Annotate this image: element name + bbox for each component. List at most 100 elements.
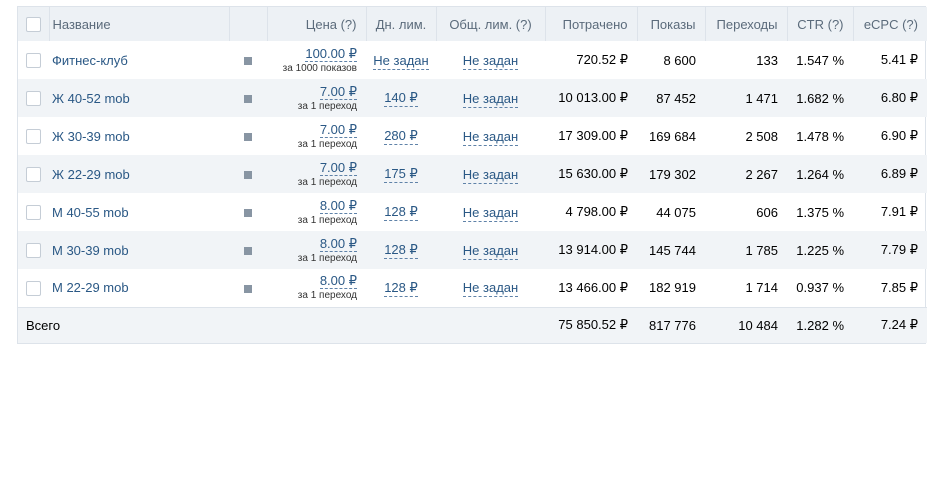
ctr-cell: 1.225 % xyxy=(796,242,844,258)
total-limit-link[interactable]: Не задан xyxy=(462,128,519,146)
campaign-name-link[interactable]: М 22-29 mob xyxy=(49,269,229,307)
row-checkbox[interactable] xyxy=(26,53,41,69)
total-limit-cell: Не задан xyxy=(436,231,545,269)
day-limit-cell: 140 ₽ xyxy=(366,79,436,117)
column-header-day-limit[interactable]: Дн. лим. xyxy=(366,7,437,41)
impressions-cell: 87 452 xyxy=(656,90,696,106)
price-value-link[interactable]: 7.00 ₽ xyxy=(319,123,357,138)
table-row[interactable]: М 22-29 mob 8.00 ₽ за 1 переход 128 ₽ Не зад… xyxy=(18,269,927,307)
table-row[interactable]: М 30-39 mob 8.00 ₽ за 1 переход 128 ₽ Не зад… xyxy=(18,231,927,269)
select-all-checkbox[interactable] xyxy=(25,17,41,33)
price-value-link[interactable]: 8.00 ₽ xyxy=(319,237,357,252)
table-row[interactable]: Ж 40-52 mob 7.00 ₽ за 1 переход 140 ₽ Не зад… xyxy=(18,79,927,117)
price-note: за 1 переход xyxy=(297,290,357,302)
campaign-name-link[interactable]: М 30-39 mob xyxy=(49,231,229,269)
row-checkbox[interactable] xyxy=(26,243,41,259)
status-cell xyxy=(229,79,267,117)
status-cell xyxy=(229,269,267,307)
ecpc-cell: 5.41 ₽ xyxy=(880,52,918,67)
ecpc-cell: 7.85 ₽ xyxy=(880,279,918,295)
total-limit-cell: Не задан xyxy=(436,79,545,117)
column-header-ecpc[interactable]: eCPC (?) xyxy=(853,7,927,41)
ctr-cell: 1.478 % xyxy=(796,128,844,144)
clicks-cell: 606 xyxy=(756,204,778,220)
select-all-cell xyxy=(18,7,50,41)
impressions-cell: 145 744 xyxy=(649,242,696,258)
day-limit-link[interactable]: 280 ₽ xyxy=(384,128,418,145)
table-row[interactable]: Ж 30-39 mob 7.00 ₽ за 1 переход 280 ₽ Не зад… xyxy=(18,117,927,155)
campaign-name-link[interactable]: Фитнес-клуб xyxy=(49,41,229,79)
impressions-cell: 44 075 xyxy=(656,204,696,220)
row-checkbox-cell xyxy=(18,79,49,117)
row-checkbox-cell xyxy=(18,117,49,155)
column-header-impressions[interactable]: Показы xyxy=(637,7,706,41)
column-header-total-limit[interactable]: Общ. лим. (?) xyxy=(436,7,546,41)
price-value-link[interactable]: 7.00 ₽ xyxy=(319,85,357,100)
day-limit-cell: Не задан xyxy=(366,41,436,79)
campaign-name-link[interactable]: Ж 30-39 mob xyxy=(49,117,229,155)
table-row[interactable]: Фитнес-клуб 100.00 ₽ за 1000 показов Не зад… xyxy=(18,41,927,79)
ecpc-cell: 7.79 ₽ xyxy=(880,242,918,257)
total-limit-link[interactable]: Не задан xyxy=(462,242,519,260)
price-value-link[interactable]: 100.00 ₽ xyxy=(305,47,357,62)
row-checkbox-cell xyxy=(18,155,49,193)
status-square-icon xyxy=(244,247,252,256)
ctr-cell: 1.547 % xyxy=(796,52,844,68)
day-limit-link[interactable]: 128 ₽ xyxy=(384,242,418,259)
campaign-name-link[interactable]: Ж 40-52 mob xyxy=(49,79,229,117)
row-checkbox[interactable] xyxy=(26,280,41,296)
row-checkbox[interactable] xyxy=(26,167,41,183)
price-value-link[interactable]: 8.00 ₽ xyxy=(319,199,357,214)
price-cell: 8.00 ₽ за 1 переход xyxy=(267,231,366,269)
totals-impressions: 817 776 xyxy=(649,317,696,333)
status-square-icon xyxy=(244,95,252,104)
day-limit-cell: 128 ₽ xyxy=(366,231,436,269)
total-limit-link[interactable]: Не задан xyxy=(462,90,519,108)
column-header-price[interactable]: Цена (?) xyxy=(267,7,367,41)
row-checkbox-cell xyxy=(18,193,49,231)
ctr-cell: 1.264 % xyxy=(796,166,844,182)
price-cell: 8.00 ₽ за 1 переход xyxy=(267,193,366,231)
total-limit-cell: Не задан xyxy=(436,155,545,193)
day-limit-link[interactable]: 175 ₽ xyxy=(384,166,418,183)
column-header-ctr[interactable]: CTR (?) xyxy=(787,7,854,41)
table-footer: Всего 75 850.52 ₽ 817 776 10 484 1.282 %… xyxy=(18,307,927,343)
table-header: Название Цена (?) Дн. лим. Общ. лим. (?)… xyxy=(18,7,927,41)
total-limit-link[interactable]: Не задан xyxy=(462,280,519,298)
spent-cell: 15 630.00 ₽ xyxy=(558,166,628,181)
spent-cell: 10 013.00 ₽ xyxy=(558,90,628,105)
totals-label: Всего xyxy=(26,317,61,333)
price-value-link[interactable]: 8.00 ₽ xyxy=(319,274,357,290)
impressions-cell: 169 684 xyxy=(649,128,696,144)
row-checkbox[interactable] xyxy=(26,205,41,221)
row-checkbox[interactable] xyxy=(26,91,41,107)
day-limit-link[interactable]: 128 ₽ xyxy=(384,204,418,221)
column-header-clicks[interactable]: Переходы xyxy=(705,7,788,41)
day-limit-cell: 280 ₽ xyxy=(366,117,436,155)
row-checkbox-cell xyxy=(18,269,49,307)
column-header-name[interactable]: Название xyxy=(49,7,230,41)
total-limit-link[interactable]: Не задан xyxy=(462,52,519,70)
price-value-link[interactable]: 7.00 ₽ xyxy=(319,161,357,176)
total-limit-link[interactable]: Не задан xyxy=(462,204,519,222)
day-limit-link[interactable]: 128 ₽ xyxy=(384,279,418,297)
spent-cell: 13 466.00 ₽ xyxy=(558,279,628,295)
day-limit-link[interactable]: Не задан xyxy=(373,52,429,70)
price-cell: 7.00 ₽ за 1 переход xyxy=(267,79,366,117)
impressions-cell: 182 919 xyxy=(649,280,696,296)
clicks-cell: 2 508 xyxy=(745,128,778,144)
total-limit-link[interactable]: Не задан xyxy=(462,166,519,184)
impressions-cell: 8 600 xyxy=(663,52,696,68)
campaign-name-link[interactable]: М 40-55 mob xyxy=(49,193,229,231)
price-cell: 8.00 ₽ за 1 переход xyxy=(267,269,366,307)
ctr-cell: 1.375 % xyxy=(796,204,844,220)
total-limit-cell: Не задан xyxy=(436,193,545,231)
row-checkbox[interactable] xyxy=(26,129,41,145)
day-limit-link[interactable]: 140 ₽ xyxy=(384,90,418,107)
column-header-spent[interactable]: Потрачено xyxy=(545,7,638,41)
totals-row: Всего 75 850.52 ₽ 817 776 10 484 1.282 %… xyxy=(18,307,927,343)
campaign-name-link[interactable]: Ж 22-29 mob xyxy=(49,155,229,193)
ecpc-cell: 6.89 ₽ xyxy=(880,166,918,181)
table-row[interactable]: Ж 22-29 mob 7.00 ₽ за 1 переход 175 ₽ Не зад… xyxy=(18,155,927,193)
table-row[interactable]: М 40-55 mob 8.00 ₽ за 1 переход 128 ₽ Не зад… xyxy=(18,193,927,231)
